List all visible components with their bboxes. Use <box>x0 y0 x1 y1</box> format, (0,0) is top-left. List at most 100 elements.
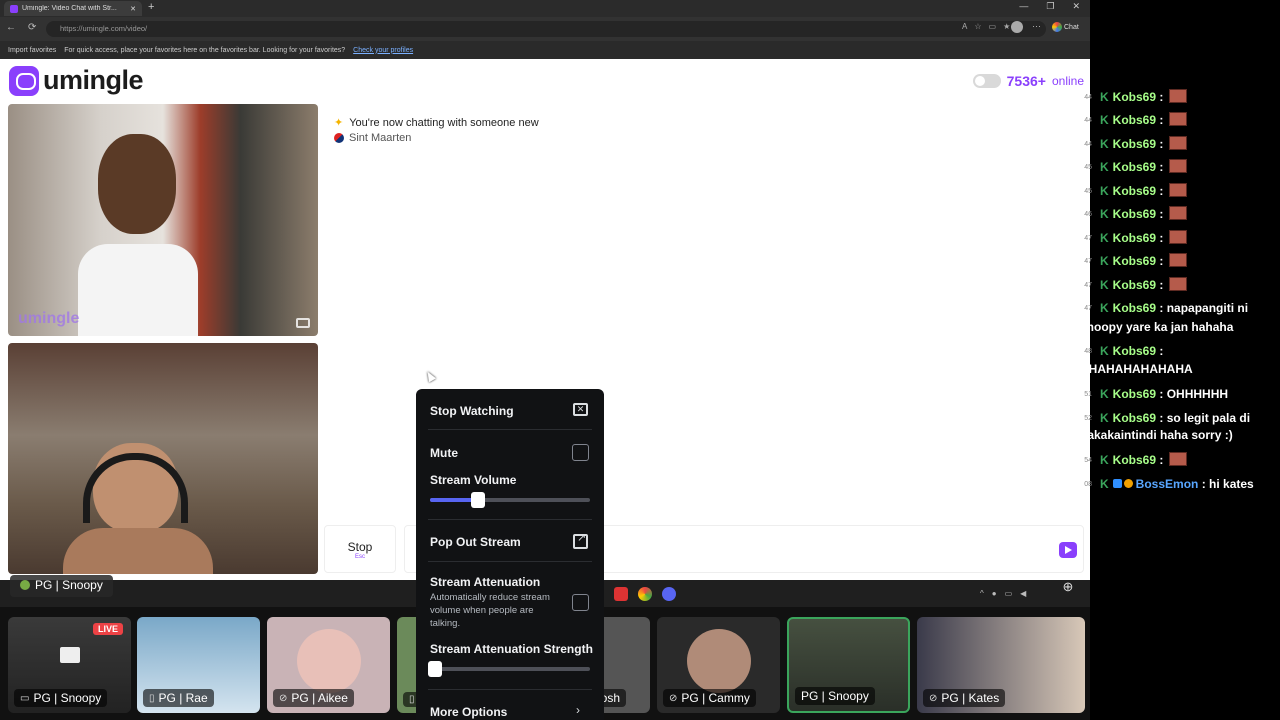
attenuation-knob[interactable] <box>427 661 442 677</box>
volume-knob[interactable] <box>471 492 485 508</box>
pop-out-icon[interactable] <box>573 531 588 549</box>
favorites-icon[interactable]: ★ <box>1003 22 1010 31</box>
stream-volume-slider[interactable] <box>430 492 590 508</box>
chat-timestamp: 52 <box>1084 415 1092 422</box>
theme-toggle[interactable] <box>972 74 1001 88</box>
self-video <box>8 343 318 574</box>
close-tab-icon[interactable]: ✕ <box>130 5 136 13</box>
network-icon[interactable]: ▭ <box>1005 589 1013 598</box>
nav-buttons: ← ⟳ <box>6 22 36 33</box>
volume-icon[interactable]: ◀ <box>1020 589 1026 598</box>
chat-username[interactable]: BossEmon <box>1136 477 1199 491</box>
read-aloud-icon[interactable]: A <box>962 22 967 31</box>
copilot-chat-button[interactable]: Chat <box>1052 22 1079 32</box>
tile-cammy[interactable]: ⊘ PG | Cammy <box>657 617 780 713</box>
send-button[interactable] <box>1059 542 1077 558</box>
chat-message: 44 K Kobs69 : <box>1084 111 1280 129</box>
chat-message: 08 K BossEmon : hi kates <box>1084 475 1280 493</box>
chat-username[interactable]: Kobs69 <box>1113 207 1156 221</box>
zoom-icon[interactable]: ⊕ <box>1058 579 1078 597</box>
minimize-button[interactable]: — <box>1019 1 1028 12</box>
kick-badge-icon: K <box>1100 90 1109 104</box>
tile-rae[interactable]: ▯ PG | Rae <box>137 617 260 713</box>
chat-username[interactable]: Kobs69 <box>1113 344 1156 358</box>
online-count: 7536+ <box>1006 73 1046 89</box>
kick-badge-icon: K <box>1100 254 1109 268</box>
tile-snoopy-cam[interactable]: PG | Snoopy <box>787 617 910 713</box>
chat-username[interactable]: Kobs69 <box>1113 254 1156 268</box>
split-screen-icon[interactable]: ▭ <box>989 22 997 31</box>
chat-username[interactable]: Kobs69 <box>1113 453 1156 467</box>
screen: Umingle: Video Chat with Str... ✕ + — ❐ … <box>0 0 1280 720</box>
chevron-right-icon: › <box>576 703 580 717</box>
stream-attenuation-item[interactable]: Stream Attenuation <box>430 575 540 589</box>
chat-text: : <box>1159 113 1164 127</box>
stream-attenuation-checkbox[interactable] <box>572 594 589 611</box>
more-options-item[interactable]: More Options <box>430 705 507 719</box>
app-red-icon[interactable] <box>614 587 628 601</box>
chat-username[interactable]: Kobs69 <box>1113 411 1156 425</box>
tile-kates[interactable]: ⊘ PG | Kates <box>917 617 1085 713</box>
chat-username[interactable]: Kobs69 <box>1113 184 1156 198</box>
monitor-icon: ▭ <box>20 692 30 704</box>
tray-chevron-icon[interactable]: ^ <box>980 589 984 598</box>
kick-badge-icon: K <box>1100 344 1109 358</box>
pop-out-stream-item[interactable]: Pop Out Stream <box>430 535 521 549</box>
new-tab-button[interactable]: + <box>148 1 154 13</box>
check-profiles-link[interactable]: Check your profiles <box>353 47 413 54</box>
stop-watching-item[interactable]: Stop Watching <box>430 404 514 418</box>
mobile-icon: ▯ <box>409 694 415 705</box>
more-menu-icon[interactable]: ··· <box>1032 21 1041 31</box>
kick-badge-icon: K <box>1100 160 1109 174</box>
umingle-logo[interactable]: umingle <box>9 65 144 96</box>
emote-icon <box>1168 159 1187 173</box>
chat-timestamp: 08 <box>1084 481 1092 488</box>
import-favorites-button[interactable]: Import favorites <box>8 47 56 54</box>
mic-icon[interactable]: ● <box>992 589 997 598</box>
favorite-star-icon[interactable]: ☆ <box>974 22 981 31</box>
chat-text-continued: HHAHAHAHAHAHA <box>1080 362 1193 376</box>
sub-badge-icon <box>1112 479 1122 488</box>
chat-text: : <box>1159 160 1164 174</box>
profile-avatar[interactable] <box>1011 21 1023 33</box>
browser-tabstrip: Umingle: Video Chat with Str... ✕ + — ❐ … <box>0 0 1090 17</box>
url-input[interactable]: https://umingle.com/video/ <box>46 21 1046 37</box>
kick-badge-icon: K <box>1100 207 1109 221</box>
chat-username[interactable]: Kobs69 <box>1113 160 1156 174</box>
tile-snoopy-stream[interactable]: LIVE ▭ PG | Snoopy <box>8 617 131 713</box>
online-label: online <box>1051 74 1084 88</box>
menu-divider <box>428 561 592 562</box>
chrome-icon[interactable] <box>638 587 652 601</box>
report-flag-icon[interactable] <box>296 318 310 328</box>
close-window-button[interactable]: ✕ <box>1072 1 1080 12</box>
kick-badge-icon: K <box>1100 387 1109 401</box>
kick-badge-icon: K <box>1100 231 1109 245</box>
chat-timestamp: 48 <box>1084 348 1092 355</box>
self-person <box>63 443 213 574</box>
chat-text: : <box>1159 453 1164 467</box>
mute-item[interactable]: Mute <box>430 446 458 460</box>
chat-username[interactable]: Kobs69 <box>1113 231 1156 245</box>
attenuation-strength-slider[interactable] <box>427 661 590 677</box>
back-button[interactable]: ← <box>6 22 16 33</box>
maximize-button[interactable]: ❐ <box>1046 1 1054 12</box>
chat-text-continued: snoopy yare ka jan hahaha <box>1080 320 1234 334</box>
kick-badge-icon: K <box>1100 477 1109 491</box>
chat-username[interactable]: Kobs69 <box>1113 301 1156 315</box>
tile-aikee[interactable]: ⊘ PG | Aikee <box>267 617 390 713</box>
notice-text: You're now chatting with someone new <box>349 116 539 129</box>
stranger-person <box>78 134 198 336</box>
chat-username[interactable]: Kobs69 <box>1113 278 1156 292</box>
discord-icon[interactable] <box>662 587 676 601</box>
refresh-button[interactable]: ⟳ <box>28 22 36 33</box>
chat-username[interactable]: Kobs69 <box>1113 387 1156 401</box>
chat-username[interactable]: Kobs69 <box>1113 90 1156 104</box>
chat-text: : OHHHHHH <box>1159 387 1229 401</box>
chat-username[interactable]: Kobs69 <box>1113 137 1156 151</box>
browser-tab[interactable]: Umingle: Video Chat with Str... ✕ <box>4 1 142 16</box>
address-bar-row: ← ⟳ https://umingle.com/video/ A ☆ ▭ ★ ·… <box>0 17 1090 41</box>
mute-checkbox[interactable] <box>572 444 589 461</box>
stop-button[interactable]: Stop Esc <box>324 525 396 573</box>
stop-watching-icon[interactable]: ✕ <box>573 403 588 416</box>
chat-username[interactable]: Kobs69 <box>1113 113 1156 127</box>
